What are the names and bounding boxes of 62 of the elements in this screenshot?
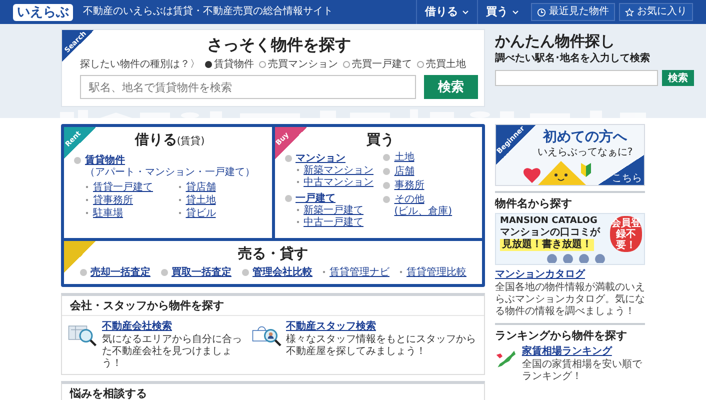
header-button[interactable]: お気に入り (619, 3, 693, 21)
search-button[interactable]: 検索 (424, 75, 478, 99)
section-heading: ランキングから物件を探す (495, 323, 645, 345)
star-icon (625, 8, 634, 16)
buy-category-link[interactable]: 事務所 (383, 180, 424, 191)
search-description: 様々なスタッフ情報をもとにスタッフから不動産屋を探してみましょう！ (286, 334, 477, 358)
sell-sub-link[interactable]: 賃貸管理ナビ (322, 266, 390, 278)
type-radio[interactable]: 売買土地 (417, 58, 466, 71)
quick-search-button[interactable]: 検索 (662, 70, 694, 86)
search-link[interactable]: 不動産スタッフ検索 (286, 321, 376, 332)
site-logo[interactable]: いえらぶ (13, 4, 73, 20)
rent-link[interactable]: 貸事務所 (86, 195, 173, 207)
rent-link[interactable]: 賃貸一戸建て (86, 182, 173, 194)
search-link[interactable]: 不動産会社検索 (102, 321, 172, 332)
people-drawing (546, 253, 606, 263)
banner-highlight: 見放題！書き放題！ (500, 239, 594, 251)
chevron-down-icon (462, 10, 469, 14)
rent-link[interactable]: 貸店舗 (178, 182, 266, 194)
catalog-banner[interactable]: MANSION CATALOG マンションの口コミが 見放題！書き放題！ 会員登録不要！ (495, 213, 645, 265)
panel-heading: 悩みを相談する (62, 384, 484, 400)
catalog-description: 全国各地の物件情報が満載のいえらぶマンションカタログ。気になる物件の情報を調べましょう！ (495, 282, 645, 318)
banner-title: 初めての方へ (542, 129, 628, 146)
buy-category-link[interactable]: マンション (284, 153, 346, 164)
sell-sub-link[interactable]: 賃貸管理比較 (400, 266, 466, 278)
buy-note-link[interactable]: (ビル、倉庫) (394, 206, 452, 217)
ranking-description: 全国の家賃相場を安い順でランキング！ (522, 359, 643, 383)
type-radio[interactable]: 売買マンション (259, 58, 338, 71)
chevron-down-icon (512, 10, 519, 14)
type-radio[interactable]: 賃貸物件 (205, 58, 254, 71)
banner-badge: 会員登録不要！ (610, 216, 642, 252)
banner-text: マンションの口コミが (500, 227, 600, 238)
sell-link[interactable]: 売却一括査定 (80, 266, 150, 279)
site-tagline: 不動産のいえらぶは賃貸・不動産売買の総合情報サイト (83, 6, 334, 18)
buy-sub-link[interactable]: 中古一戸建て (296, 217, 364, 229)
ranking-link[interactable]: 家賃相場ランキング (522, 345, 645, 358)
buy-category-link[interactable]: その他 (383, 194, 424, 205)
panel-heading: 会社・スタッフから物件を探す (62, 296, 484, 316)
quick-search-subtitle: 調べたい駅名･地名を入力して検索 (495, 53, 651, 65)
header-button[interactable]: 最近見た物件 (531, 3, 615, 21)
buy-category-link[interactable]: 一戸建て (284, 193, 336, 204)
rent-link[interactable]: 貸土地 (178, 195, 266, 207)
rent-link[interactable]: 駐車場 (86, 208, 173, 220)
sell-link[interactable]: 買取一括査定 (160, 266, 232, 279)
quick-search-title: かんたん物件探し (495, 31, 616, 51)
sell-link[interactable]: 管理会社比較 (242, 266, 312, 279)
buy-sub-link[interactable]: 中古マンション (296, 177, 374, 189)
buy-category-link[interactable]: 店舗 (383, 166, 414, 177)
type-radio[interactable]: 売買一戸建て (343, 58, 412, 71)
rent-link[interactable]: 貸ビル (178, 208, 266, 220)
buy-sub-link[interactable]: 新築マンション (296, 165, 374, 177)
rent-main-note: （アパート・マンション・一戸建て） (85, 167, 255, 179)
clock-icon (537, 8, 546, 16)
rent-main-link[interactable]: 賃貸物件 (74, 154, 125, 167)
search-field[interactable]: 駅名、地名で賃貸物件を検索 (80, 75, 416, 99)
catalog-link[interactable]: マンションカタログ (495, 268, 645, 281)
buy-category-link[interactable]: 土地 (383, 152, 414, 163)
quick-search-field[interactable] (495, 70, 658, 86)
banner-title: MANSION CATALOG (500, 216, 598, 227)
leaf-icon (580, 163, 592, 177)
search-description: 気になるエリアから自分に合った不動産会社を見つけましょう！ (102, 334, 243, 370)
sell-title: 売る・貸す (237, 245, 309, 263)
buy-sub-link[interactable]: 新築一戸建て (296, 205, 364, 217)
